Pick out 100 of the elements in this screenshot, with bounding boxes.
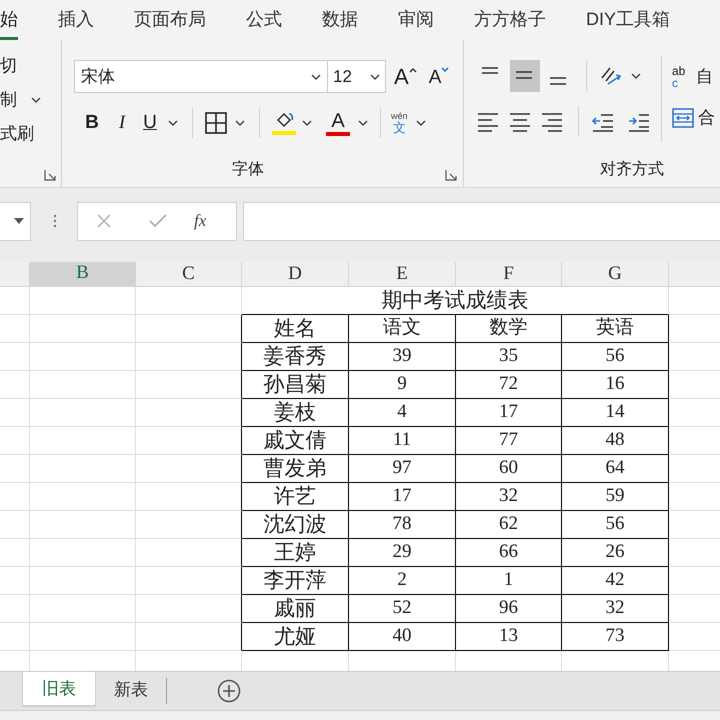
table-cell: 62	[456, 511, 562, 539]
table-cell: 72	[456, 371, 562, 399]
merge-button[interactable]: 合	[698, 105, 715, 131]
grid-cell	[0, 427, 30, 455]
table-cell: 40	[349, 623, 456, 651]
ribbon-tab[interactable]: DIY工具箱	[586, 0, 670, 40]
clipboard-item[interactable]: 式刷	[0, 123, 34, 145]
table-cell: 姜香秀	[242, 343, 349, 371]
table-cell: 11	[349, 427, 456, 455]
shrink-font-button[interactable]: A	[428, 64, 450, 90]
chevron-down-icon[interactable]	[168, 120, 178, 126]
font-name-value: 宋体	[81, 66, 115, 88]
ribbon-tab[interactable]: 数据	[322, 0, 358, 40]
insert-function-button[interactable]: fx	[194, 208, 206, 234]
table-cell: 英语	[562, 315, 669, 343]
chevron-down-icon[interactable]	[235, 120, 245, 126]
group-label: 对齐方式	[600, 160, 664, 180]
table-cell: 59	[562, 483, 669, 511]
merged-title-cell: 期中考试成绩表	[242, 287, 669, 315]
sheet-tab[interactable]: 旧表	[22, 672, 96, 707]
table-cell: 42	[562, 567, 669, 595]
grid-cell	[0, 483, 30, 511]
table-cell: 戚文倩	[242, 427, 349, 455]
font-color-button[interactable]: A	[326, 110, 350, 136]
group-label: 字体	[232, 160, 264, 180]
caret-down-icon	[441, 66, 450, 72]
column-header[interactable]: D	[242, 262, 349, 286]
column-header[interactable]: B	[30, 262, 136, 286]
table-cell: 13	[456, 623, 562, 651]
table-cell: 姜枝	[242, 399, 349, 427]
dialog-launcher-icon[interactable]	[445, 169, 457, 181]
table-cell: 14	[562, 399, 669, 427]
table-cell: 35	[456, 343, 562, 371]
column-header[interactable]: C	[136, 262, 242, 286]
sheet-tab[interactable]: 新表	[96, 672, 166, 707]
wrap-text-button[interactable]: 自	[696, 64, 713, 90]
table-cell: 1	[456, 567, 562, 595]
wrap-text-icon[interactable]: ab c	[672, 65, 694, 89]
chevron-down-icon[interactable]	[416, 120, 426, 126]
column-header[interactable]: E	[349, 262, 456, 286]
table-cell: 王婷	[242, 539, 349, 567]
grid-cell	[0, 371, 30, 399]
ribbon-tab[interactable]: 公式	[246, 0, 282, 40]
table-cell: 尤娅	[242, 623, 349, 651]
table-cell: 73	[562, 623, 669, 651]
clipboard-item[interactable]: 制	[0, 89, 17, 111]
chevron-down-icon[interactable]	[302, 120, 312, 126]
table-cell: 52	[349, 595, 456, 623]
grid-cell	[0, 343, 30, 371]
check-icon[interactable]	[149, 214, 167, 228]
font-size-value: 12	[333, 66, 352, 88]
grid-cell	[0, 595, 30, 623]
ribbon-tab[interactable]: 插入	[58, 0, 94, 40]
table-cell: 数学	[456, 315, 562, 343]
table-cell: 17	[349, 483, 456, 511]
chevron-down-icon[interactable]	[358, 120, 368, 126]
grid-cell	[0, 539, 30, 567]
table-cell: 16	[562, 371, 669, 399]
table-cell: 39	[349, 343, 456, 371]
bold-button[interactable]: B	[82, 108, 102, 138]
grid-cell	[0, 315, 30, 343]
merge-cells-icon[interactable]	[672, 108, 694, 128]
table-cell: 沈幻波	[242, 511, 349, 539]
table-cell: 李开萍	[242, 567, 349, 595]
name-box[interactable]	[0, 202, 31, 240]
dialog-launcher-icon[interactable]	[44, 169, 56, 181]
borders-icon[interactable]	[205, 112, 227, 134]
phonetic-guide-button[interactable]: wén 文	[391, 112, 408, 134]
formula-input[interactable]	[243, 202, 720, 240]
table-cell: 语文	[349, 315, 456, 343]
underline-button[interactable]: U	[142, 108, 158, 138]
italic-button[interactable]: I	[114, 108, 130, 138]
table-cell: 17	[456, 399, 562, 427]
dropdown-arrow-icon[interactable]	[14, 218, 24, 224]
chevron-down-icon[interactable]	[370, 74, 380, 80]
grid-cell	[0, 455, 30, 483]
font-size-dropdown[interactable]: 12	[328, 60, 386, 93]
font-name-dropdown[interactable]: 宋体	[74, 60, 328, 93]
column-header[interactable]: F	[456, 262, 562, 286]
grow-font-button[interactable]: A	[394, 64, 417, 88]
chevron-down-icon[interactable]	[31, 97, 41, 103]
chevron-down-icon[interactable]	[631, 73, 641, 79]
clipboard-item[interactable]: 切	[0, 55, 17, 77]
fill-color-icon[interactable]	[272, 110, 296, 136]
vertical-align-icon[interactable]	[510, 60, 540, 92]
table-cell: 许艺	[242, 483, 349, 511]
ribbon-tab[interactable]: 审阅	[398, 0, 434, 40]
table-cell: 9	[349, 371, 456, 399]
add-sheet-icon[interactable]	[217, 679, 241, 703]
ribbon-tab[interactable]: 方方格子	[474, 0, 546, 40]
column-header[interactable]: G	[562, 262, 669, 286]
table-cell: 64	[562, 455, 669, 483]
grid-cell	[0, 399, 30, 427]
more-options-icon[interactable]	[53, 214, 57, 228]
table-cell: 2	[349, 567, 456, 595]
ribbon-tab[interactable]: 页面布局	[134, 0, 206, 40]
chevron-down-icon[interactable]	[311, 74, 321, 80]
table-cell: 97	[349, 455, 456, 483]
table-cell: 姓名	[242, 315, 349, 343]
table-cell: 48	[562, 427, 669, 455]
